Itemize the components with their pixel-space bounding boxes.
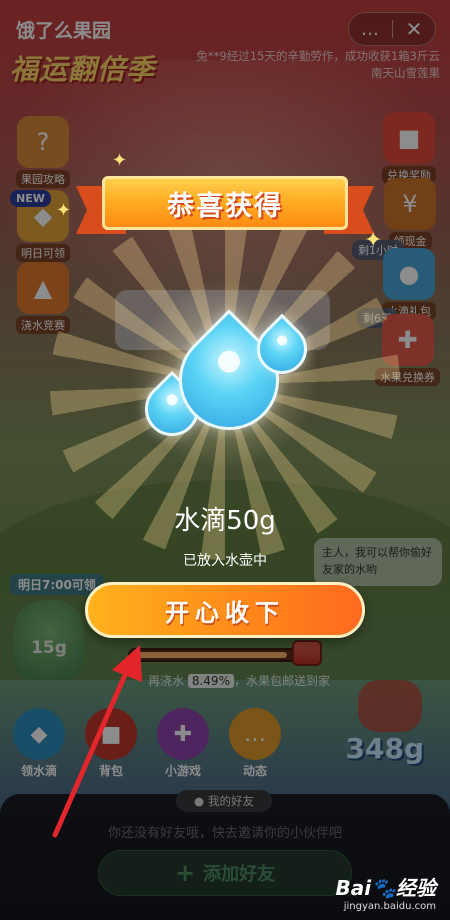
reward-text: 水滴50g — [0, 500, 450, 537]
popup-title: 恭喜获得 — [167, 190, 283, 222]
baidu-watermark: Bai🐾经验 jingyan.baidu.com — [336, 872, 437, 912]
sparkle-icon: ✦ — [364, 228, 383, 253]
accept-button-label: 开心收下 — [165, 598, 285, 627]
ribbon-band: 恭喜获得 — [102, 176, 348, 230]
title-ribbon: 恭喜获得 — [76, 172, 374, 240]
water-drops-icon — [125, 290, 325, 480]
sparkle-icon: ✦ — [112, 150, 128, 171]
reward-amount: 50g — [226, 506, 276, 536]
watermark-url: jingyan.baidu.com — [343, 901, 436, 912]
reward-subtitle: 已放入水壶中 — [183, 553, 267, 569]
watermark-brand: Bai🐾经验 — [335, 876, 437, 900]
sparkle-icon: ✦ — [56, 200, 72, 221]
accept-button[interactable]: 开心收下 — [85, 582, 365, 638]
reward-name: 水滴 — [174, 506, 227, 536]
